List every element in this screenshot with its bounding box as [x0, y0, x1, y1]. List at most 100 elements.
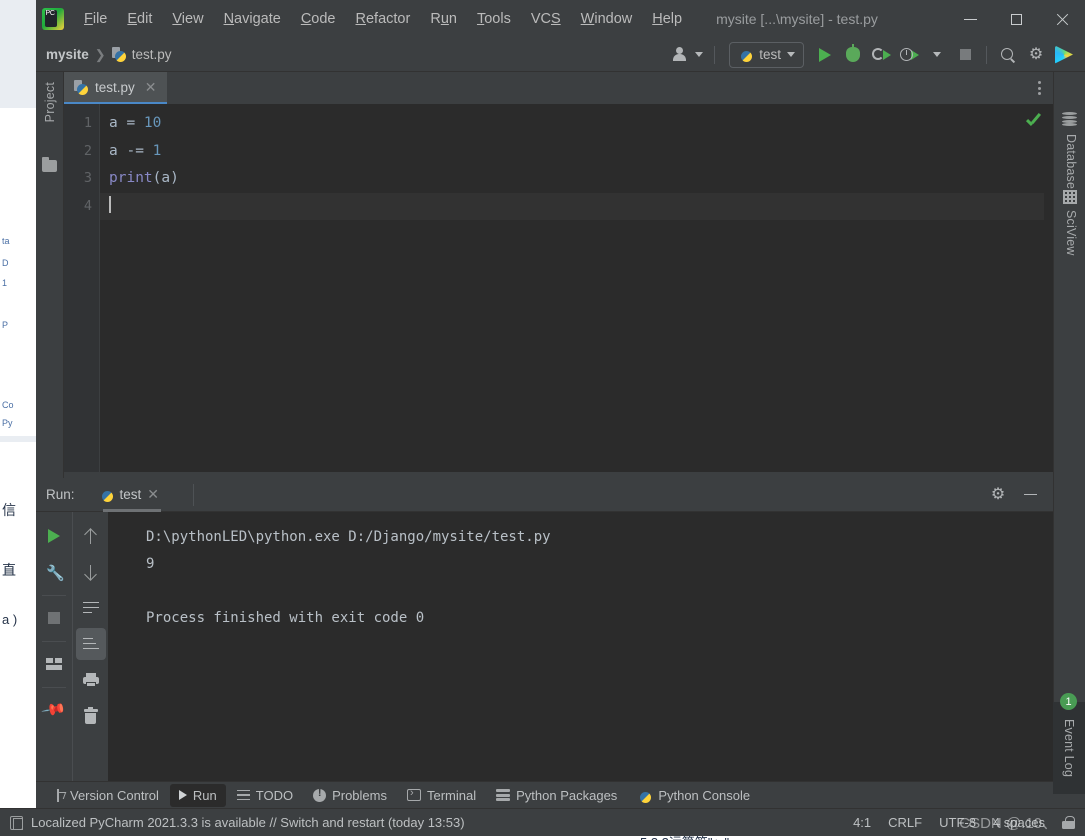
menu-navigate[interactable]: Navigate	[214, 7, 291, 31]
run-configuration-selector[interactable]: test	[729, 41, 804, 68]
run-tool-window: Run: test ✕ ⚙ 🔧 📌 D:\pythonLED\python.ex…	[36, 478, 1053, 781]
run-button[interactable]	[812, 42, 838, 68]
arrow-up-icon	[84, 528, 98, 545]
event-log-button[interactable]: 1 Event Log	[1053, 693, 1085, 794]
status-message[interactable]: Localized PyCharm 2021.3.3 is available …	[31, 815, 465, 830]
up-button[interactable]	[76, 520, 106, 552]
pin-tab-button[interactable]: 📌	[39, 694, 69, 726]
menu-view[interactable]: View	[162, 7, 213, 31]
notification-icon[interactable]	[10, 815, 23, 830]
run-settings-button[interactable]: ⚙	[985, 482, 1011, 508]
python-file-icon	[74, 79, 89, 95]
stop-button[interactable]	[952, 42, 978, 68]
editor-tab-test-py[interactable]: test.py ✕	[64, 72, 167, 104]
tool-button-run[interactable]: Run	[169, 783, 226, 807]
soft-wrap-button[interactable]	[76, 592, 106, 624]
run-tool-window-header: Run: test ✕ ⚙	[36, 478, 1053, 512]
menu-vcs[interactable]: VCS	[521, 7, 571, 31]
rerun-button[interactable]	[39, 520, 69, 552]
code-line-current	[100, 192, 1044, 220]
print-icon	[82, 673, 99, 687]
menu-help[interactable]: Help	[642, 7, 692, 31]
run-console-output[interactable]: D:\pythonLED\python.exe D:/Django/mysite…	[108, 512, 1053, 781]
breadcrumb-file[interactable]: test.py	[111, 47, 172, 62]
background-window: ta D 1 P Co Py 信 直 a )	[0, 0, 36, 840]
python-config-icon	[99, 487, 114, 502]
layout-settings-button[interactable]	[39, 648, 69, 680]
run-icon	[819, 47, 831, 62]
tool-button-terminal[interactable]: Terminal	[398, 784, 485, 807]
run-window-title: Run:	[46, 487, 75, 502]
wrench-icon: 🔧	[46, 565, 65, 582]
database-icon[interactable]	[1062, 112, 1077, 126]
title-bar: File Edit View Navigate Code Refactor Ru…	[36, 0, 1085, 38]
folder-icon[interactable]	[42, 157, 57, 172]
hide-run-window-button[interactable]	[1017, 482, 1043, 508]
branch-icon	[53, 788, 64, 802]
user-avatar-button[interactable]	[670, 42, 706, 68]
ide-services-icon	[1055, 45, 1073, 64]
close-button[interactable]	[1039, 0, 1085, 38]
indent-setting[interactable]: 4 spaces	[993, 815, 1045, 830]
tool-button-problems[interactable]: Problems	[304, 784, 396, 807]
menu-tools[interactable]: Tools	[467, 7, 521, 31]
tool-button-version-control[interactable]: Version Control	[44, 784, 168, 807]
chevron-down-icon	[933, 52, 941, 57]
code-token: 10	[143, 115, 162, 131]
ide-services-button[interactable]	[1051, 42, 1077, 68]
event-log-badge: 1	[1060, 693, 1077, 710]
menu-run[interactable]: Run	[420, 7, 467, 31]
code-text[interactable]: a = 10 a -= 1 print(a)	[100, 104, 1053, 472]
clear-all-button[interactable]	[76, 700, 106, 732]
more-options-icon[interactable]	[1025, 72, 1053, 104]
maximize-button[interactable]	[993, 0, 1039, 38]
print-button[interactable]	[76, 664, 106, 696]
sidebar-item-project[interactable]: Project	[43, 82, 57, 122]
gear-icon: ⚙	[1028, 45, 1044, 63]
menu-refactor[interactable]: Refactor	[346, 7, 421, 31]
breadcrumb-separator: ❯	[94, 46, 106, 62]
stop-icon	[48, 612, 60, 624]
profile-dropdown[interactable]	[924, 42, 950, 68]
close-icon[interactable]: ✕	[147, 486, 159, 503]
search-icon	[1000, 47, 1016, 63]
menu-window[interactable]: Window	[571, 7, 643, 31]
packages-icon	[496, 789, 511, 801]
run-with-coverage-button[interactable]	[868, 42, 894, 68]
code-line: a = 10	[109, 110, 1053, 138]
pycharm-logo-icon	[42, 8, 64, 30]
menu-file[interactable]: File	[74, 7, 117, 31]
minimize-button[interactable]	[947, 0, 993, 38]
stop-icon	[959, 49, 971, 60]
sidebar-item-sciview[interactable]: SciView	[1064, 210, 1078, 256]
line-separator[interactable]: CRLF	[888, 815, 922, 830]
breadcrumb-file-label: test.py	[131, 47, 172, 62]
run-tab-test[interactable]: test ✕	[93, 478, 166, 512]
debug-bug-icon	[846, 44, 860, 62]
close-icon[interactable]: ✕	[145, 79, 157, 96]
settings-button[interactable]: ⚙	[1023, 42, 1049, 68]
read-only-lock-icon[interactable]	[1062, 815, 1075, 830]
ok-check-icon[interactable]	[1025, 114, 1041, 130]
sidebar-item-database[interactable]: Database	[1064, 134, 1078, 189]
caret-position[interactable]: 4:1	[853, 815, 871, 830]
tool-button-python-packages[interactable]: Python Packages	[487, 784, 626, 807]
todo-list-icon	[236, 789, 250, 801]
menu-edit[interactable]: Edit	[117, 7, 162, 31]
down-button[interactable]	[76, 556, 106, 588]
scroll-to-end-button[interactable]	[75, 628, 106, 660]
breadcrumb-project[interactable]: mysite	[36, 47, 89, 62]
debug-button[interactable]	[840, 42, 866, 68]
modify-run-configuration-button[interactable]: 🔧	[39, 556, 69, 588]
file-encoding[interactable]: UTF-8	[939, 815, 976, 830]
menu-code[interactable]: Code	[291, 7, 346, 31]
grid-icon[interactable]	[1063, 190, 1077, 204]
toolbar-divider	[714, 45, 716, 64]
tool-button-python-console[interactable]: Python Console	[628, 784, 759, 807]
stop-process-button[interactable]	[39, 602, 69, 634]
run-window-toolbars: 🔧 📌	[36, 512, 108, 781]
search-everywhere-button[interactable]	[995, 42, 1021, 68]
profile-button[interactable]	[896, 42, 922, 68]
navigation-toolbar: mysite ❯ test.py test ⚙	[36, 38, 1085, 72]
tool-button-todo[interactable]: TODO	[228, 784, 302, 807]
